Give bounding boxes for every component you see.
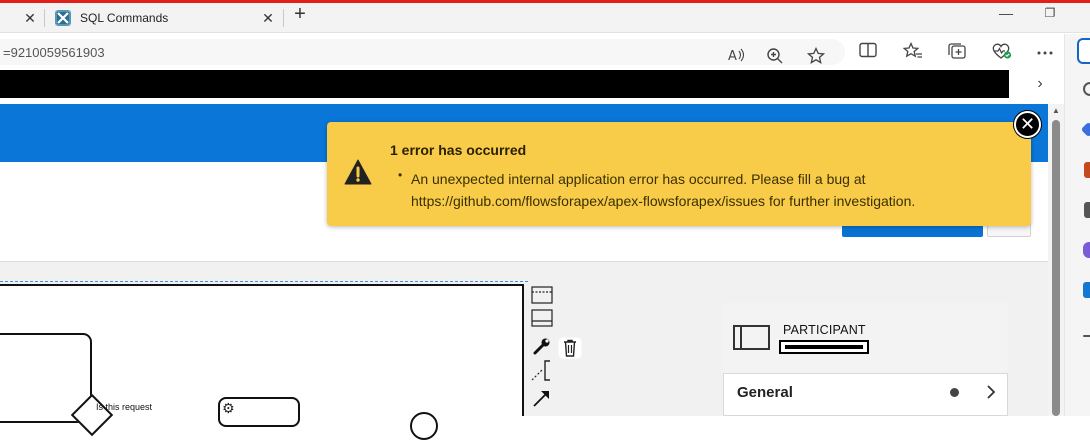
gateway-label: Is this request [96,402,153,412]
participant-name-redaction [785,345,863,349]
tab-bar: ✕ SQL Commands ✕ [0,3,1090,33]
tab-separator [44,9,45,27]
group-changed-indicator [950,388,959,397]
connect-arrow-icon[interactable] [531,389,553,407]
tab-title: SQL Commands [80,11,169,25]
wrench-icon[interactable] [531,337,553,355]
browser-essentials-icon[interactable] [991,42,1012,62]
split-screen-icon[interactable] [858,42,878,62]
url-field[interactable]: =9210059561903 A [0,39,845,65]
element-type-label: PARTICIPANT [783,323,866,337]
chevron-right-icon[interactable] [984,382,998,402]
redacted-bookmarks [0,70,1009,98]
sql-commands-favicon-icon [55,10,71,26]
selection-outline [0,281,528,283]
trash-icon[interactable] [558,337,582,359]
shopping-icon[interactable] [1080,121,1090,138]
gear-icon: ⚙ [222,400,235,416]
scrollbar-thumb[interactable] [1052,120,1060,416]
url-text: =9210059561903 [3,45,105,60]
minimize-button[interactable]: — [998,6,1014,22]
favorites-icon[interactable] [902,41,923,62]
tab-previous[interactable]: ✕ [0,3,44,33]
collections-icon[interactable] [947,42,967,62]
error-message: An unexpected internal application error… [411,171,916,209]
tab-sql-commands[interactable]: SQL Commands ✕ [46,3,282,33]
more-icon[interactable] [1035,42,1055,62]
text-annotation-connector-icon[interactable] [531,360,553,381]
new-tab-button[interactable]: + [290,4,310,25]
outlook-icon[interactable] [1083,282,1090,298]
add-lane-above-icon[interactable] [531,286,553,304]
scroll-up-arrow-icon[interactable]: ▲ [1051,106,1061,116]
tools-icon[interactable] [1084,162,1090,178]
search-icon[interactable] [1083,82,1090,96]
address-bar-row: =9210059561903 A [0,34,1090,68]
bpmn-event[interactable] [410,412,438,440]
add-lane-below-icon[interactable] [531,309,553,327]
warning-icon [344,159,372,185]
edge-sidebar [1064,34,1090,416]
games-icon[interactable] [1084,202,1090,218]
zoom-icon[interactable] [765,47,785,67]
favorite-star-icon[interactable] [806,46,826,67]
tab-separator [283,9,284,27]
read-aloud-icon[interactable]: A [727,47,747,67]
microsoft365-icon[interactable] [1083,242,1090,258]
error-title: 1 error has occurred [390,142,527,158]
tab-close-icon[interactable]: ✕ [22,10,38,26]
add-sidebar-app-icon[interactable] [1083,335,1090,337]
copilot-icon[interactable] [1077,38,1090,64]
svg-text:A: A [728,49,737,63]
bookmarks-overflow-chevron-icon[interactable]: › [1032,75,1048,93]
participant-icon [733,325,770,350]
restore-button[interactable]: ❐ [1042,6,1058,22]
participant-icon-lane [740,325,742,350]
error-bullet: • [398,168,403,182]
general-group-label: General [737,384,793,401]
tab-close-icon[interactable]: ✕ [260,10,276,26]
close-notification-button[interactable]: ✕ [1014,111,1041,138]
